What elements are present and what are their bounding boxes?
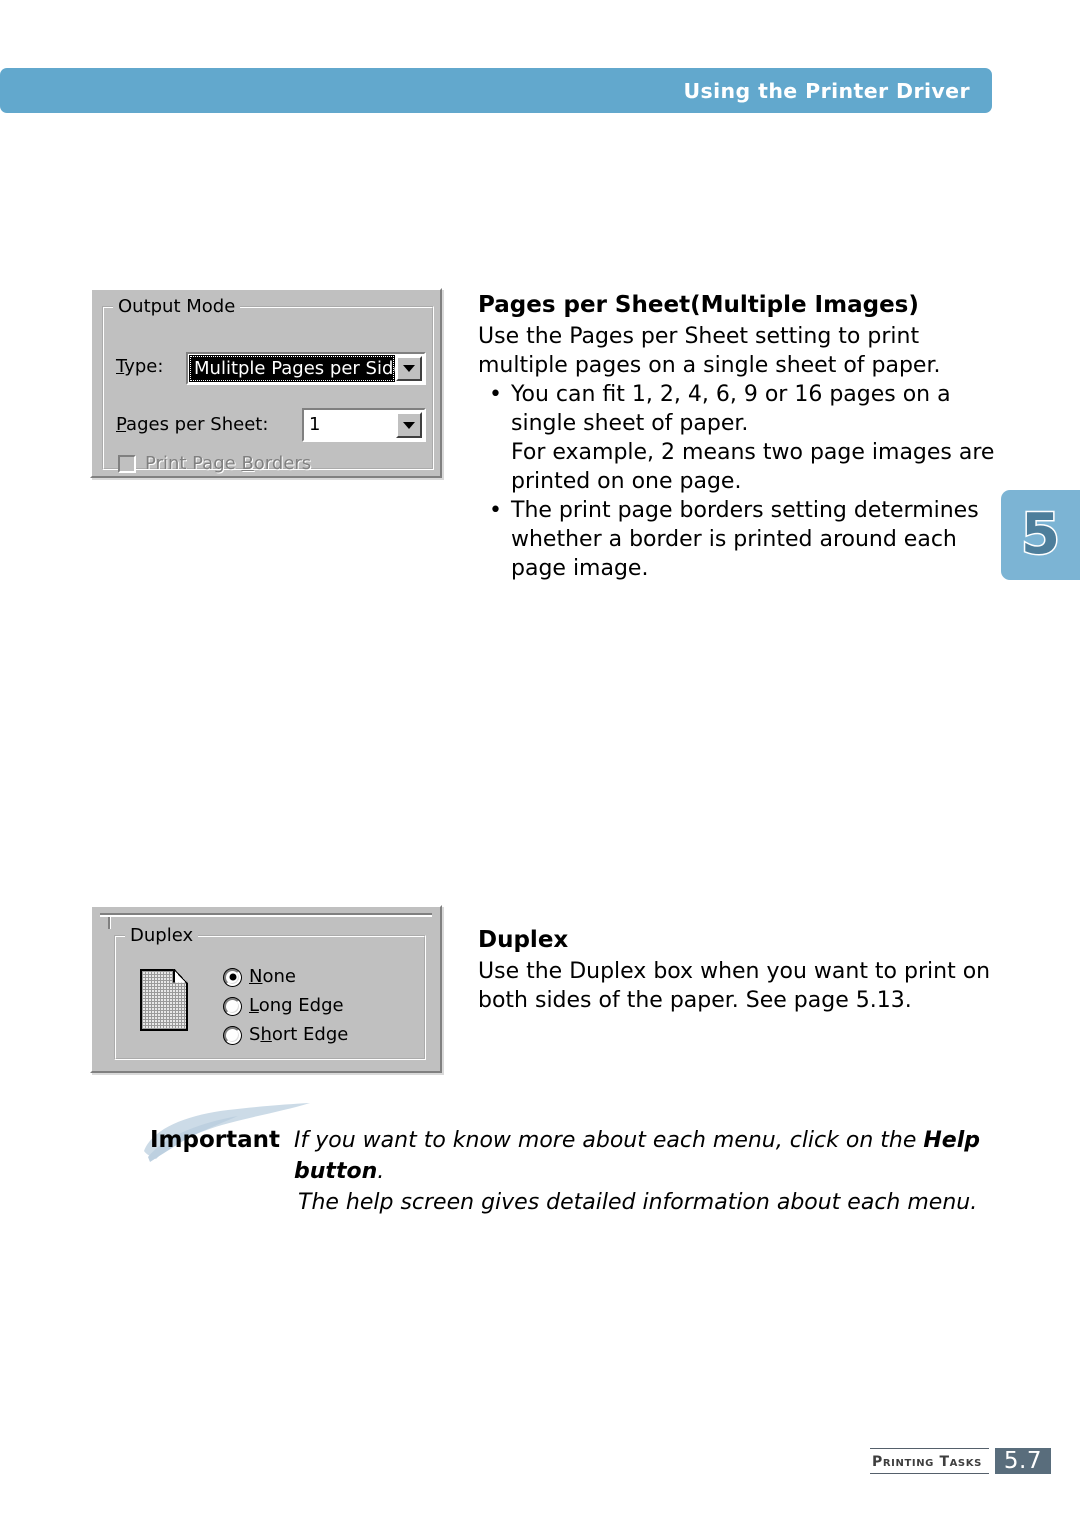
footer-page-number: 5.7 [994, 1448, 1051, 1474]
important-note-text-before: If you want to know more about each menu… [294, 1128, 924, 1153]
section-intro-line-2: multiple pages on a single sheet of pape… [478, 353, 941, 378]
radio-icon[interactable] [224, 1026, 241, 1044]
duplex-option-short-edge-pre: S [249, 1024, 261, 1045]
page-footer: Printing Tasks 5.7 [870, 1448, 1051, 1474]
type-combobox[interactable]: Mulitple Pages per Sides [186, 352, 426, 385]
tab-page-separator [100, 913, 432, 929]
pages-per-sheet-label-mnemonic: P [116, 414, 127, 435]
list-item: The print page borders setting determine… [478, 496, 1008, 583]
duplex-section: Duplex Use the Duplex box when you want … [478, 925, 1008, 1015]
type-label: Type: [116, 356, 164, 377]
print-page-borders-label: Print Page Borders [145, 453, 312, 474]
duplex-option-short-edge-mnemonic: h [260, 1024, 272, 1045]
pages-per-sheet-combobox[interactable]: 1 [302, 408, 426, 442]
running-header-title: Using the Printer Driver [683, 78, 970, 103]
pages-per-sheet-combobox-value: 1 [309, 414, 321, 435]
type-combobox-field[interactable]: Mulitple Pages per Sides [189, 355, 395, 382]
type-combobox-value: Mulitple Pages per Sides [194, 357, 395, 379]
duplex-option-short-edge-label: Short Edge [249, 1025, 348, 1045]
tab-page-separator-tick [108, 917, 111, 929]
duplex-option-long-edge-mnemonic: L [249, 995, 259, 1016]
section-intro-line-1: Use the Pages per Sheet setting to print [478, 324, 920, 349]
radio-icon[interactable] [224, 997, 241, 1015]
duplex-option-none-rest: one [262, 966, 296, 987]
duplex-group-box: Duplex None Long Edge Short Edge [114, 926, 426, 1060]
list-item-sub: For example, 2 means two page images are… [511, 440, 995, 494]
section-heading: Pages per Sheet(Multiple Images) [478, 292, 919, 318]
duplex-option-long-edge[interactable]: Long Edge [224, 996, 344, 1016]
duplex-option-short-edge-rest: ort Edge [271, 1024, 349, 1045]
section-heading: Duplex [478, 927, 569, 953]
important-note-line-1: Important If you want to know more about… [150, 1125, 1030, 1187]
output-mode-group-label: Output Mode [113, 297, 241, 317]
chapter-number: 5 [1020, 502, 1062, 567]
important-note-text-after: . [377, 1159, 385, 1184]
footer-section-label: Printing Tasks [870, 1448, 989, 1474]
type-label-mnemonic: T [116, 356, 125, 377]
page-sheet-icon [140, 969, 192, 1035]
checkbox-icon[interactable] [118, 455, 136, 473]
duplex-option-long-edge-label: Long Edge [249, 996, 344, 1016]
pages-per-sheet-combobox-field[interactable]: 1 [304, 410, 396, 440]
chapter-thumb-tab: 5 [1001, 490, 1080, 580]
duplex-option-short-edge[interactable]: Short Edge [224, 1025, 348, 1045]
bullet-list: You can fit 1, 2, 4, 6, 9 or 16 pages on… [478, 380, 1008, 583]
important-note: Important If you want to know more about… [144, 1103, 1030, 1218]
section-intro-line-2: both sides of the paper. See page 5.13. [478, 988, 912, 1013]
duplex-dialog: Duplex None Long Edge Short Edge [90, 905, 442, 1073]
output-mode-dialog: Output Mode Type: Mulitple Pages per Sid… [90, 288, 442, 478]
duplex-option-none-mnemonic: N [249, 966, 263, 987]
pages-per-sheet-section: Pages per Sheet(Multiple Images) Use the… [478, 290, 1008, 583]
print-page-borders-checkbox[interactable]: Print Page Borders [118, 454, 311, 474]
duplex-group-label: Duplex [125, 926, 199, 946]
important-note-line-2: The help screen gives detailed informati… [298, 1190, 978, 1215]
radio-icon[interactable] [224, 968, 241, 986]
important-note-text: If you want to know more about each menu… [294, 1125, 1030, 1187]
page-sheet-icon-fold-edge [173, 969, 188, 984]
print-page-borders-label-mnemonic: B [241, 453, 254, 474]
output-mode-group-box: Output Mode Type: Mulitple Pages per Sid… [102, 297, 434, 474]
important-note-label: Important [150, 1127, 281, 1153]
duplex-option-long-edge-rest: ong Edge [258, 995, 344, 1016]
section-intro-line-1: Use the Duplex box when you want to prin… [478, 959, 991, 984]
list-item: You can fit 1, 2, 4, 6, 9 or 16 pages on… [478, 380, 1008, 438]
pages-per-sheet-label: Pages per Sheet: [116, 414, 269, 435]
chevron-down-icon[interactable] [396, 356, 422, 381]
duplex-option-none-label: None [249, 967, 296, 987]
duplex-option-none[interactable]: None [224, 967, 296, 987]
running-header: Using the Printer Driver [0, 68, 992, 113]
chevron-down-icon[interactable] [396, 412, 422, 438]
